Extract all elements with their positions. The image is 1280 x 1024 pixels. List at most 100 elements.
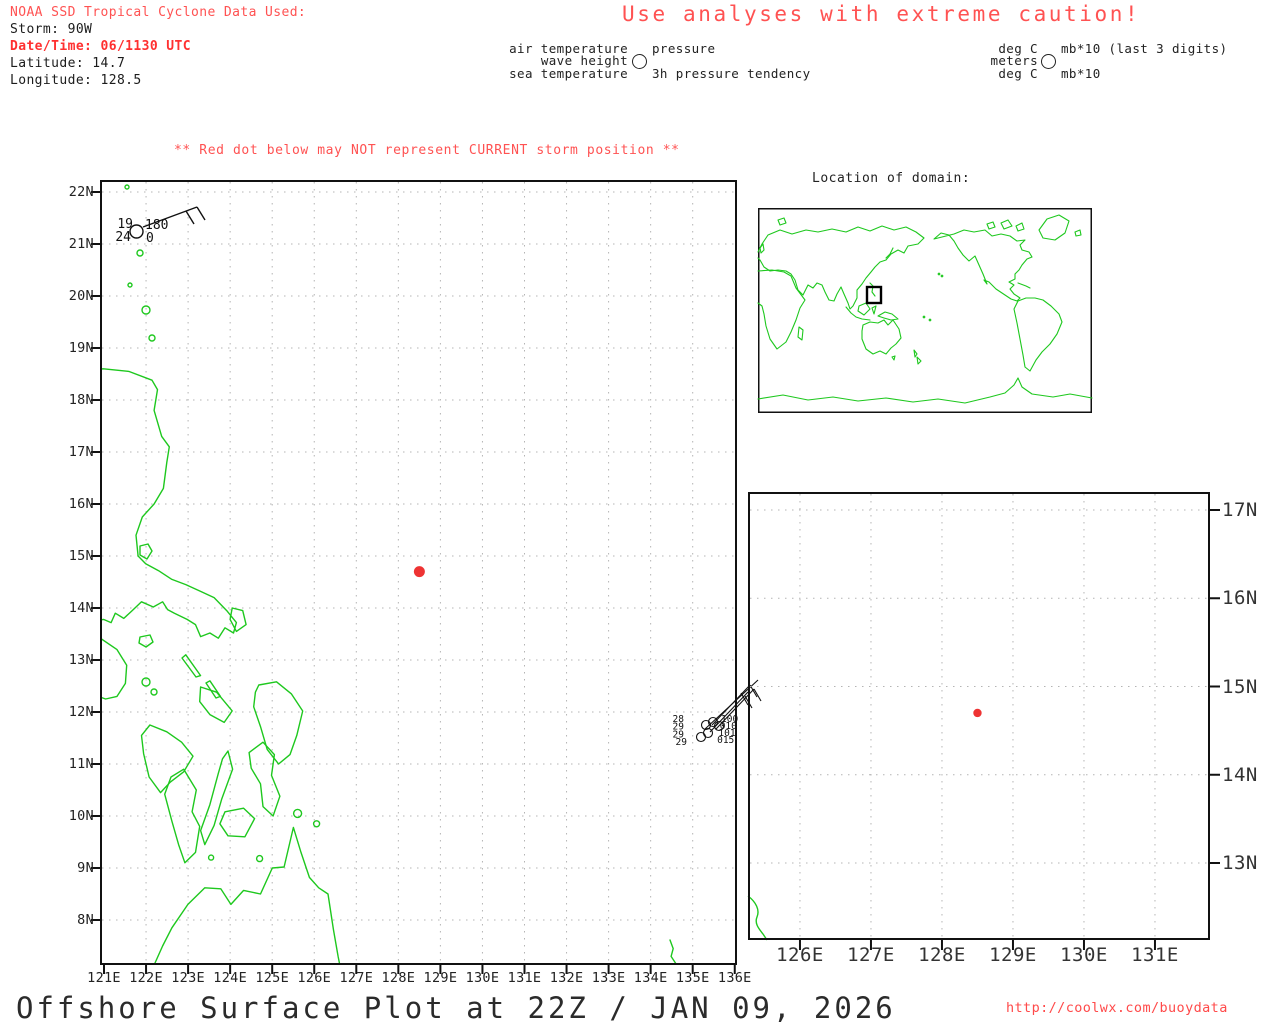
zoom-y-tick-label: 14N [1222,763,1258,786]
x-tick-label: 129E [423,970,458,986]
islet [312,820,321,828]
panay-coast [140,724,194,794]
caution-headline: Use analyses with extreme caution! [622,2,1141,26]
x-tick-label: 128E [381,970,416,986]
storm-position-warning: ** Red dot below may NOT represent CURRE… [174,143,680,158]
y-tick-label: 9N [77,860,94,876]
zoom-storm-dot-layer [973,708,982,718]
y-tick-label: 13N [68,652,94,668]
cebu-coast [199,750,234,846]
y-tick-label: 19N [68,340,94,356]
leyte-coast [248,741,281,817]
storm-dot-main [413,566,425,578]
mindanao-coast [153,826,341,965]
x-tick-label: 134E [633,970,668,986]
zoom-y-tick-label: 13N [1222,852,1258,874]
x-tick-label: 122E [129,970,163,986]
y-tick-label: 22N [68,184,94,200]
zoom-x-tick-label: 127E [847,944,895,966]
x-tick-label: 130E [465,970,500,986]
y-tick-label: 14N [68,600,94,616]
main-map: 19 18024 0 28292929100010101015 [91,180,762,974]
svg-text:0: 0 [146,231,154,246]
storm-dot-zoom [973,708,982,718]
zoom-y-tick-label: 17N [1222,499,1258,521]
x-tick-label: 131E [507,970,542,986]
zoom-x-tick-label: 129E [989,944,1037,966]
x-tick-label: 124E [213,970,247,986]
storm-dot-layer [413,566,425,578]
islet [127,282,133,288]
wind-barb-feather [196,206,206,221]
plot-title: Offshore Surface Plot at 22Z / JAN 09, 2… [16,991,896,1024]
svg-text:29: 29 [676,737,688,748]
y-tick-label: 11N [68,756,94,772]
y-tick-label: 20N [68,288,94,304]
source-url: http://coolwx.com/buoydata [1006,1000,1228,1016]
noaa-info-line-3: Latitude: 14.7 [10,56,126,71]
islet [141,305,151,315]
zoom-y-tick-label: 16N [1222,587,1258,610]
x-tick-label: 125E [255,970,290,986]
noaa-info-line-4: Longitude: 128.5 [10,73,142,88]
islet [148,334,156,342]
y-tick-label: 8N [77,912,94,928]
x-tick-label: 133E [591,970,626,986]
screenshot-canvas: NOAA SSD Tropical Cyclone Data Used: Stor… [0,0,1280,1024]
y-tick-label: 16N [68,496,94,512]
x-tick-label: 136E [717,970,752,986]
samar-coast [253,681,304,765]
x-tick-label: 121E [87,970,121,986]
palau-coast [669,939,678,965]
catanduanes-coast [229,607,247,633]
y-tick-label: 17N [68,444,94,460]
y-tick-label: 18N [68,392,94,408]
zoom-y-tick-label: 15N [1222,675,1258,698]
units-model-circle-icon [1041,54,1056,69]
islet [292,808,303,819]
noaa-info-block: NOAA SSD Tropical Cyclone Data Used: Stor… [10,4,306,89]
islet [150,688,158,696]
zoom-x-tick-label: 131E [1131,944,1179,966]
islet [255,854,264,863]
masbate-coast [199,686,233,724]
station-model-circle-icon [632,54,647,69]
world-inset-title: Location of domain: [812,171,971,186]
samar-coast-snippet [747,895,768,941]
legend-pressure: pressure [652,41,716,56]
zoom-inset-map [747,492,1220,950]
svg-text:24: 24 [115,230,131,245]
x-tick-label: 123E [171,970,205,986]
world-inset-frame [758,208,1092,413]
zoom-inset-ticks [798,509,1220,950]
zoom-x-tick-label: 126E [776,944,824,966]
svg-text:015: 015 [717,735,734,746]
legend-unit-mb10-bottom: mb*10 [1061,66,1101,81]
mindoro-coast [100,637,128,700]
y-tick-label: 15N [68,548,94,564]
y-tick-label: 12N [68,704,94,720]
legend-unit-degc-bottom: deg C [998,66,1038,81]
wind-barb-feather [185,210,195,225]
burias-coast [181,654,202,678]
islet [207,854,215,861]
station-plot-northwest: 19 18024 0 [115,206,206,246]
x-tick-label: 126E [297,970,332,986]
islet [136,249,144,257]
zoom-x-tick-label: 130E [1060,944,1108,966]
noaa-info-line-0: NOAA SSD Tropical Cyclone Data Used: [10,5,307,20]
zoom-x-tick-label: 128E [918,944,966,966]
x-tick-label: 127E [339,970,374,986]
y-tick-label: 10N [68,808,94,824]
philippines-coastlines [100,184,678,965]
legend-unit-mb10-top: mb*10 (last 3 digits) [1061,41,1228,56]
x-tick-label: 132E [549,970,584,986]
luzon-coast [100,368,238,639]
x-tick-label: 135E [675,970,710,986]
legend-sea-temperature: sea temperature [509,66,628,81]
station-circle-icon [695,731,707,743]
islet [124,184,130,190]
station-circle-icon [702,727,714,739]
legend-pressure-tendency: 3h pressure tendency [652,66,811,81]
world-inset-map [757,208,1093,413]
